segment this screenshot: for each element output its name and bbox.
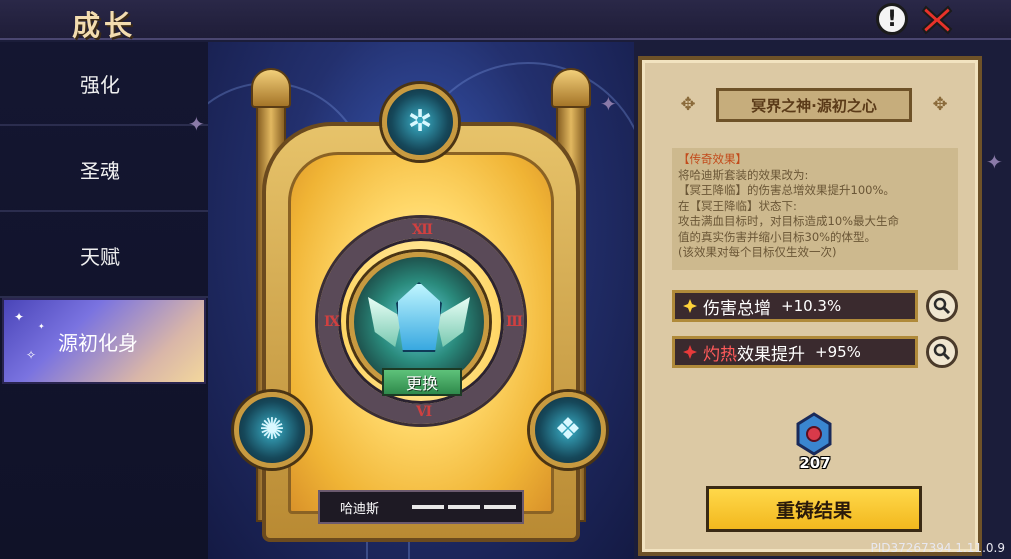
relic-detail-panel: ✥ 冥界之神·源初之心 ✥ 【传奇效果】 将哈迪斯套装的效果改为: 【冥王降临】…	[638, 56, 982, 556]
tab-label: 源初化身	[58, 330, 138, 355]
stat-value: +10.3%	[781, 297, 842, 315]
effect-line: 将哈迪斯套装的效果改为:	[678, 167, 809, 182]
page-title: 成长	[72, 9, 137, 42]
sparkle-icon: ✦	[38, 322, 45, 331]
magnifier-icon	[933, 297, 951, 315]
numeral-left: Ⅸ	[324, 314, 340, 330]
tab-label: 天赋	[80, 244, 120, 269]
tab-strengthen[interactable]: 强化	[0, 42, 208, 126]
blue-red-gem-icon	[796, 412, 832, 456]
stat-label-text: 效果提升	[737, 344, 805, 365]
background-star: ✦	[986, 150, 1003, 174]
numeral-bottom: Ⅵ	[416, 404, 433, 420]
right-ornament-icon: ✥	[932, 94, 948, 115]
effect-title: 【传奇效果】	[678, 152, 747, 166]
stat-label-highlight: 灼热	[703, 344, 737, 365]
right-pillar-cap	[551, 68, 591, 108]
background-star: ✦	[600, 92, 617, 116]
tab-talent[interactable]: 天赋	[0, 214, 208, 298]
right-relic-slot[interactable]: ❖	[530, 392, 606, 468]
info-button[interactable]: !	[876, 3, 910, 37]
beetle-relic-icon: ✲	[407, 104, 433, 139]
stat-row-damage: 伤害总增 +10.3%	[672, 290, 918, 322]
hero-name-bar: 哈迪斯	[318, 490, 524, 524]
effect-line: 值的真实伤害并缩小目标30%的体型。	[678, 229, 877, 244]
red-burst-icon	[683, 345, 697, 359]
stat-label: 伤害总增	[703, 298, 771, 319]
sparkle-icon: ✧	[26, 348, 37, 362]
growth-sidebar: 强化 圣魂 天赋 ✦ ✧ ✦ 源初化身	[0, 42, 208, 559]
numeral-right: Ⅲ	[506, 314, 524, 330]
tab-label: 强化	[80, 72, 120, 97]
effect-line: (该效果对每个目标仅生效一次)	[678, 245, 837, 259]
effect-line: 【冥王降临】的伤害总增效果提升100%。	[678, 183, 895, 197]
close-button[interactable]	[920, 3, 954, 37]
left-ornament-icon: ✥	[680, 94, 696, 115]
stat-value: +95%	[815, 343, 861, 361]
red-x-icon	[921, 5, 953, 35]
swap-button[interactable]: 更换	[382, 368, 462, 396]
legendary-effect-box: 【传奇效果】 将哈迪斯套装的效果改为: 【冥王降临】的伤害总增效果提升100%。…	[672, 148, 958, 270]
magnifier-icon	[933, 343, 951, 361]
tab-label: 圣魂	[80, 158, 120, 183]
left-relic-slot[interactable]: ✺	[234, 392, 310, 468]
yellow-burst-icon	[683, 299, 697, 313]
background-star: ✦	[188, 112, 205, 136]
zoom-button[interactable]	[926, 336, 958, 368]
bone-dragon-relic-icon: ❖	[554, 412, 582, 447]
tab-holy-soul[interactable]: 圣魂	[0, 128, 208, 212]
numeral-top: Ⅻ	[412, 222, 434, 238]
vortex-relic-icon: ✺	[259, 412, 285, 447]
left-pillar-cap	[251, 68, 291, 108]
effect-line: 攻击满血目标时，对目标造成10%最大生命	[678, 214, 900, 228]
stat-label: 灼热效果提升	[703, 340, 805, 365]
relic-title: 冥界之神·源初之心	[716, 88, 912, 122]
exclamation-circle-icon: !	[876, 3, 908, 35]
top-relic-slot[interactable]: ✲	[382, 84, 458, 160]
pip	[412, 505, 444, 509]
avatar-stage: ✲ Ⅻ Ⅸ Ⅲ Ⅵ 更换 ✺ ❖ 哈迪斯	[208, 42, 634, 559]
zoom-button[interactable]	[926, 290, 958, 322]
crystal-heart-icon	[396, 282, 442, 352]
top-bar: 成长 !	[0, 0, 1011, 42]
tab-primordial-avatar[interactable]: ✦ ✧ ✦ 源初化身	[2, 298, 206, 384]
hero-name: 哈迪斯	[340, 501, 380, 517]
stat-row-scorch: 灼热效果提升 +95%	[672, 336, 918, 368]
effect-line: 在【冥王降临】状态下:	[678, 198, 797, 213]
pip	[484, 505, 516, 509]
level-pips	[412, 505, 516, 509]
recast-result-button[interactable]: 重铸结果	[706, 486, 922, 532]
version-label: PID37267394 1.11.0.9	[870, 541, 1005, 555]
material-count: 207	[799, 454, 831, 472]
pip	[448, 505, 480, 509]
sparkle-icon: ✦	[14, 310, 25, 324]
